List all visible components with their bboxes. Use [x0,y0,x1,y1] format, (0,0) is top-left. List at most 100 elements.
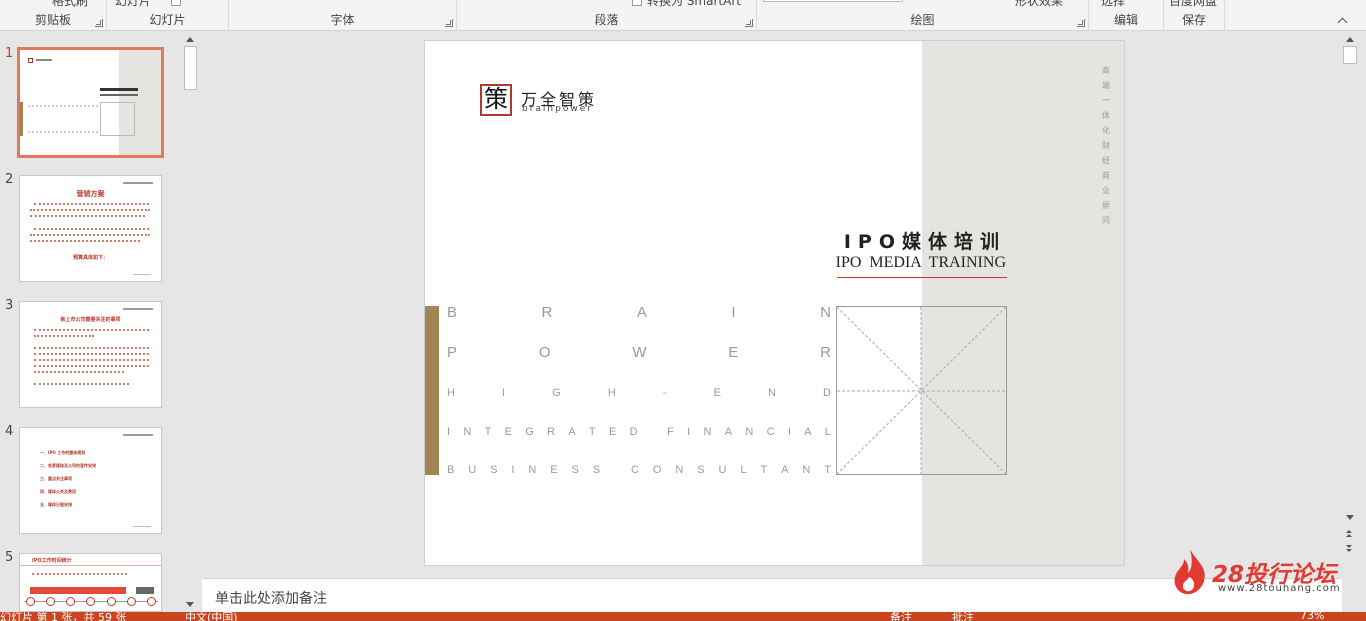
spaced-char: F [667,426,674,438]
layout-checkbox[interactable] [171,0,181,6]
spaced-char [651,426,654,438]
thumbnail-number: 4 [5,424,14,439]
thumbnail-number: 5 [5,550,14,565]
timeline-dot [66,597,76,606]
ribbon-group-label: 幻灯片 [149,13,186,27]
spaced-text-row: BRAIN [447,304,831,321]
spaced-char: A [781,464,789,476]
slide-title[interactable]: IPO媒体培训 [844,227,1006,254]
spaced-char: S [571,464,579,476]
ribbon-group-label: 字体 [330,13,355,27]
spaced-char: U [718,464,727,476]
thumb-grid-box [100,102,135,136]
timeline-dot [126,597,136,606]
spaced-char: N [528,464,537,476]
thumb-agenda-item: 三、重点关注事项 [40,476,72,481]
spaced-char: E [608,426,617,438]
language-indicator[interactable]: 中文(中国) [185,612,238,621]
thumbnail-scrollbar[interactable] [183,32,198,612]
logo-icon: 策 [480,84,512,116]
spaced-char: T [484,426,492,438]
scroll-up-icon[interactable] [186,37,194,42]
spaced-char: A [804,426,812,438]
ribbon-group-clipboard: 格式刷 剪贴板 [0,0,107,31]
watermark-url: www.28touhang.com [1218,583,1341,594]
thumb-logo-icon [28,58,33,63]
spaced-char: E [728,344,739,361]
ribbon-group-label: 编辑 [1113,13,1138,27]
scroll-thumb[interactable] [1343,46,1357,64]
thumb-text-line [34,365,149,368]
comments-toggle-button[interactable]: 批注 [952,612,974,621]
thumb-subtitle [100,94,138,96]
slide-canvas[interactable]: 策 万全智策 brainpower 高端一体化财经商业顾问 IPO媒体培训 IP… [424,40,1125,566]
thumb-gold-bar [20,102,23,136]
slide-thumbnail-1[interactable] [17,47,164,158]
convert-smartart-button[interactable]: 转换为 SmartArt [647,0,741,9]
thumb-timeline-dots [26,597,156,606]
spaced-text-row: POWER [447,344,831,361]
collapse-ribbon-icon[interactable] [1338,16,1348,26]
slide-thumbnail-3[interactable]: 新上市公司需要关注的事项 [19,301,162,408]
thumb-text-line [30,240,140,243]
spaced-char: A [724,426,733,438]
slide-counter: 幻灯片 第 1 张，共 59 张 [0,612,127,621]
font-dialog-launcher-icon[interactable] [445,19,453,27]
paragraph-dialog-launcher-icon[interactable] [745,19,753,27]
shape-gallery[interactable] [763,0,903,2]
zoom-level[interactable]: 73% [1300,612,1324,621]
clipboard-dialog-launcher-icon[interactable] [95,19,103,27]
spaced-char: N [463,426,472,438]
drawing-dialog-launcher-icon[interactable] [1077,19,1085,27]
thumb-text-line [34,335,94,338]
thumb-logo-text [123,182,153,184]
ribbon-group-label: 绘图 [910,13,935,27]
thumb-agenda-list: 一、IPO 工作的整体规划 二、各家媒体及公司的宣传安排 三、重点关注事项 四、… [40,446,96,511]
scroll-down-icon[interactable] [186,602,194,607]
spaced-char: G [552,387,561,399]
spaced-text-row: HIGH-END [447,387,831,399]
spaced-char: D [823,387,831,399]
scroll-thumb[interactable] [184,46,197,90]
slide-thumbnail-4[interactable]: 一、IPO 工作的整体规划 二、各家媒体及公司的宣传安排 三、重点关注事项 四、… [19,427,162,534]
previous-slide-icon[interactable] [1346,530,1354,538]
thumb-title: IPO工作时间统计 [32,558,72,564]
format-painter-button[interactable]: 格式刷 [52,0,88,9]
site-watermark: 28投行论坛 www.28touhang.com [1168,545,1348,601]
notes-toggle-button[interactable]: 备注 [890,612,912,621]
spaced-char: B [447,304,458,321]
slide-thumbnail-2[interactable]: 营销方案 预算具体如下： [19,175,162,282]
status-bar: 幻灯片 第 1 张，共 59 张 中文(中国) 备注 批注 73% [0,612,1366,621]
baidu-netdisk-button[interactable]: 百度网盘 [1169,0,1217,9]
slide-subtitle[interactable]: IPO MEDIA TRAINING [836,254,1006,272]
thumb-logo-text [123,308,153,310]
thumb-agenda-item: 五、媒体日程安排 [40,502,72,507]
smartart-icon[interactable] [632,0,642,6]
gold-accent-bar [425,306,439,475]
spaced-char: I [687,426,691,438]
shape-effects-button[interactable]: 形状效果 [1015,0,1063,9]
editor-vertical-scrollbar[interactable] [1342,32,1358,558]
thumb-title: 新上市公司需要关注的事项 [60,317,121,323]
thumb-rule [20,565,161,566]
spaced-char: L [740,464,747,476]
spaced-text-row: INTEGRATED FINANCIAL [447,426,831,438]
timeline-dot [86,597,96,606]
spaced-char: O [538,344,551,361]
spaced-char: I [447,426,451,438]
thumb-text-line [30,209,150,212]
notes-placeholder[interactable]: 单击此处添加备注 [215,588,327,608]
spaced-char: B [447,464,455,476]
ribbon-group-paragraph: 转换为 SmartArt 段落 [457,0,757,31]
slide-thumbnail-5[interactable]: IPO工作时间统计 [19,553,162,612]
scroll-down-icon[interactable] [1346,515,1354,520]
scroll-up-icon[interactable] [1346,37,1354,42]
spaced-char: T [824,464,831,476]
new-slide-button[interactable]: 幻灯片 [115,0,151,9]
powerpoint-window: 格式刷 剪贴板 幻灯片 幻灯片 字体 转换为 SmartArt 段落 形状效果 … [0,0,1366,621]
select-button[interactable]: 选择 [1101,0,1125,9]
spaced-char: L [824,426,831,438]
spaced-char: R [547,426,556,438]
spaced-char: I [731,304,736,321]
thumb-logo-text [36,59,52,61]
